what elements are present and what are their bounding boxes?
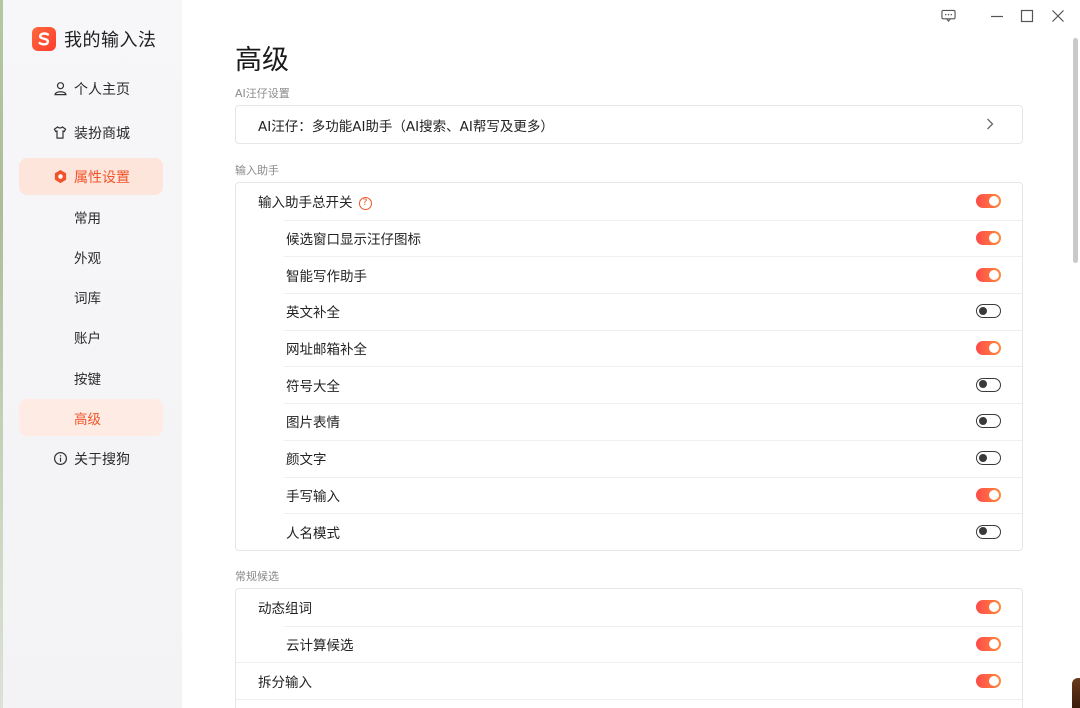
setting-row: 动态组词 xyxy=(236,589,1022,626)
shirt-icon xyxy=(52,125,68,141)
row-label: 图片表情 xyxy=(286,415,340,432)
row-label: 手写输入 xyxy=(286,488,340,505)
sidebar-item-label: 词库 xyxy=(74,290,101,307)
row-label: 拆分输入 xyxy=(258,674,312,691)
toggle-switch[interactable] xyxy=(976,414,1001,429)
sidebar-item-label: 高级 xyxy=(74,411,101,428)
sidebar-item-label: 属性设置 xyxy=(74,169,130,186)
setting-row: 云计算候选 xyxy=(236,625,1022,663)
sidebar-item-about[interactable]: 关于搜狗 xyxy=(19,440,163,477)
setting-row: 网址邮箱补全 xyxy=(236,329,1022,367)
sidebar-item-profile[interactable]: 个人主页 xyxy=(19,70,163,107)
toggle-switch[interactable] xyxy=(976,304,1001,319)
toggle-switch[interactable] xyxy=(976,524,1001,539)
row-label: 候选窗口显示汪仔图标 xyxy=(286,232,421,249)
sidebar-item-label: 按键 xyxy=(74,371,101,388)
sidebar-subitem-keys[interactable]: 按键 xyxy=(19,359,163,396)
row-label: 英文补全 xyxy=(286,305,340,322)
sidebar-item-label: 装扮商城 xyxy=(74,125,130,142)
row-label: AI汪仔：多功能AI助手（AI搜索、AI帮写及更多） xyxy=(258,118,554,135)
section-label-input-assistant: 输入助手 xyxy=(235,164,279,177)
ai-assistant-row[interactable]: AI汪仔：多功能AI助手（AI搜索、AI帮写及更多） xyxy=(236,106,1022,143)
toggle-switch[interactable] xyxy=(976,673,1001,688)
sidebar-item-shop[interactable]: 装扮商城 xyxy=(19,114,163,151)
toggle-switch[interactable] xyxy=(976,267,1001,282)
toggle-switch[interactable] xyxy=(976,637,1001,652)
row-label: 输入助手总开关 xyxy=(258,195,353,212)
sidebar-subitem-common[interactable]: 常用 xyxy=(19,198,163,235)
input-assistant-card: 输入助手总开关? 候选窗口显示汪仔图标 智能写作助手 英文补全 网址邮箱补全 符… xyxy=(235,182,1023,551)
sidebar-subitem-account[interactable]: 账户 xyxy=(19,318,163,355)
setting-row: 英文补全 xyxy=(236,293,1022,330)
toggle-switch[interactable] xyxy=(976,451,1001,466)
mascot-peek xyxy=(1072,678,1080,708)
setting-row: 输入助手总开关? xyxy=(236,183,1022,220)
brand: 我的输入法 xyxy=(32,26,157,52)
sidebar-item-label: 个人主页 xyxy=(74,81,130,98)
sidebar-item-label: 常用 xyxy=(74,210,101,227)
setting-row: 人名模式 xyxy=(236,513,1022,550)
setting-row: 拆分输入 xyxy=(236,662,1022,699)
row-label: 动态组词 xyxy=(258,601,312,618)
toggle-switch[interactable] xyxy=(976,600,1001,615)
main-content: 高级 AI汪仔设置 AI汪仔：多功能AI助手（AI搜索、AI帮写及更多） 输入助… xyxy=(182,0,1068,708)
settings-hex-icon xyxy=(52,169,68,185)
row-label: 云计算候选 xyxy=(286,638,354,655)
toggle-switch[interactable] xyxy=(976,487,1001,502)
setting-row: 图片表情 xyxy=(236,403,1022,440)
setting-row: 智能写作助手 xyxy=(236,256,1022,293)
setting-row: 颜文字 xyxy=(236,439,1022,477)
section-label-general-candidates: 常规候选 xyxy=(235,570,279,583)
sidebar-subitem-dictionary[interactable]: 词库 xyxy=(19,278,163,315)
app-title: 我的输入法 xyxy=(64,30,157,51)
toggle-switch[interactable] xyxy=(976,194,1001,209)
help-icon[interactable]: ? xyxy=(358,196,372,210)
chevron-right-icon xyxy=(986,118,994,134)
sidebar-subitem-advanced[interactable]: 高级 xyxy=(19,399,163,436)
general-candidates-card: 动态组词 云计算候选 拆分输入 xyxy=(235,588,1023,708)
settings-window: 我的输入法 个人主页 装扮商城 属性设置 常用 外观 词库 账户 按键 高级 关… xyxy=(0,0,1080,708)
sidebar: 我的输入法 个人主页 装扮商城 属性设置 常用 外观 词库 账户 按键 高级 关… xyxy=(0,0,182,708)
section-label-ai: AI汪仔设置 xyxy=(235,87,290,100)
user-icon xyxy=(52,81,68,97)
setting-row: 手写输入 xyxy=(236,476,1022,514)
row-label: 人名模式 xyxy=(286,525,340,542)
row-label: 符号大全 xyxy=(286,378,340,395)
row-label: 颜文字 xyxy=(286,452,327,469)
sogou-logo-icon xyxy=(32,27,56,51)
toggle-switch[interactable] xyxy=(976,231,1001,246)
row-label: 智能写作助手 xyxy=(286,268,367,285)
page-title: 高级 xyxy=(235,45,289,76)
setting-row: 符号大全 xyxy=(236,366,1022,403)
sidebar-item-properties[interactable]: 属性设置 xyxy=(19,158,163,195)
info-icon xyxy=(52,451,68,467)
scrollbar-thumb[interactable] xyxy=(1073,38,1078,263)
toggle-switch[interactable] xyxy=(976,341,1001,356)
sidebar-item-label: 账户 xyxy=(74,330,101,347)
sidebar-item-label: 关于搜狗 xyxy=(74,451,130,468)
row-label: 网址邮箱补全 xyxy=(286,342,367,359)
toggle-switch[interactable] xyxy=(976,377,1001,392)
setting-row: 候选窗口显示汪仔图标 xyxy=(236,219,1022,257)
ai-card: AI汪仔：多功能AI助手（AI搜索、AI帮写及更多） xyxy=(235,105,1023,144)
sidebar-item-label: 外观 xyxy=(74,250,101,267)
sidebar-subitem-appearance[interactable]: 外观 xyxy=(19,238,163,275)
